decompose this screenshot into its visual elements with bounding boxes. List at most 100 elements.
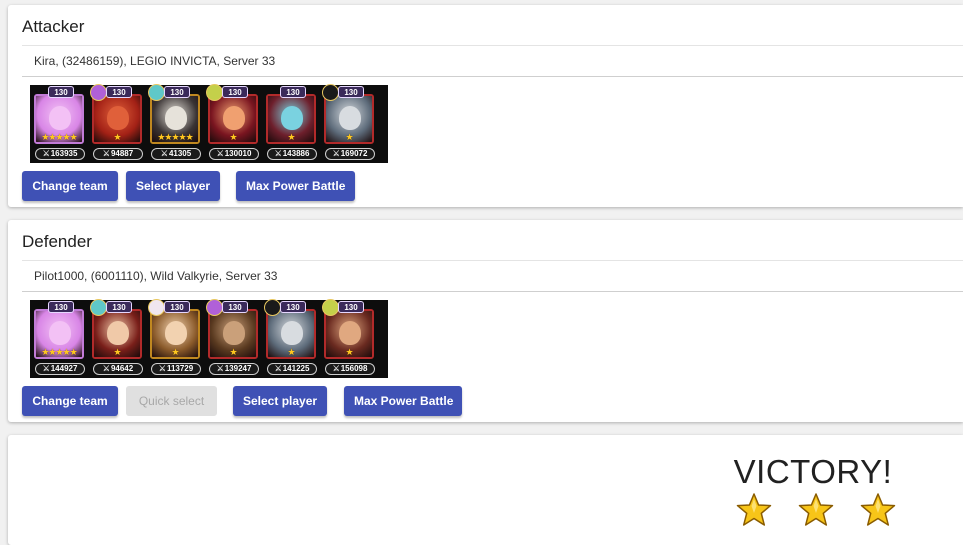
swords-icon: ⚔ xyxy=(42,149,50,158)
hero-stars: ★ xyxy=(229,347,237,357)
pet-icon xyxy=(206,84,223,101)
hero-stars: ★ xyxy=(113,347,121,357)
hero-face xyxy=(281,106,303,130)
hero-level: 130 xyxy=(106,86,132,98)
hero-face xyxy=(223,321,245,345)
select-player-button[interactable]: Select player xyxy=(233,386,327,416)
hero-level: 130 xyxy=(338,301,364,313)
hero-level: 130 xyxy=(48,86,74,98)
hero-portrait[interactable]: 130 ★★★★★ ⚔144927 xyxy=(32,301,88,377)
hero-portrait[interactable]: 130 ★ ⚔169072 xyxy=(322,84,378,162)
hero-level: 130 xyxy=(164,86,190,98)
hero-stars: ★ xyxy=(287,132,295,142)
attacker-team[interactable]: 130 ★★★★★ ⚔163935 130 ★ ⚔94887 130 ★★★★★ ⚔41305 1… xyxy=(30,84,388,163)
pet-icon xyxy=(264,299,281,316)
hero-face xyxy=(165,321,187,345)
hero-face xyxy=(223,106,245,130)
pet-icon xyxy=(148,84,165,101)
hero-level: 130 xyxy=(338,86,364,98)
hero-stars: ★ xyxy=(345,132,353,142)
hero-face xyxy=(339,321,361,345)
hero-face xyxy=(281,321,303,345)
hero-power: ⚔156098 xyxy=(325,363,375,375)
hero-level: 130 xyxy=(164,301,190,313)
swords-icon: ⚔ xyxy=(42,364,50,373)
hero-portrait[interactable]: 130 ★ ⚔143886 xyxy=(264,86,320,162)
hero-portrait[interactable]: 130 ★ ⚔139247 xyxy=(206,299,262,377)
hero-face xyxy=(107,321,129,345)
swords-icon: ⚔ xyxy=(332,149,340,158)
defender-team[interactable]: 130 ★★★★★ ⚔144927 130 ★ ⚔94642 130 ★ ⚔113729 130 ★… xyxy=(30,299,388,378)
hero-stars: ★★★★★ xyxy=(41,347,77,357)
hero-face xyxy=(49,106,71,130)
defender-player-field[interactable]: Pilot1000, (6001110), Wild Valkyrie, Ser… xyxy=(22,260,963,292)
hero-portrait[interactable]: 130 ★ ⚔94887 xyxy=(90,84,146,162)
hero-power: ⚔139247 xyxy=(209,363,259,375)
star-icon xyxy=(736,493,772,527)
attacker-player-field[interactable]: Kira, (32486159), LEGIO INVICTA, Server … xyxy=(22,45,963,77)
hero-portrait[interactable]: 130 ★ ⚔141225 xyxy=(264,299,320,377)
hero-portrait[interactable]: 130 ★ ⚔130010 xyxy=(206,84,262,162)
attacker-title: Attacker xyxy=(22,17,85,36)
hero-power: ⚔94887 xyxy=(93,148,143,160)
attacker-panel: Attacker Kira, (32486159), LEGIO INVICTA… xyxy=(8,5,963,207)
result-stars xyxy=(736,493,896,527)
hero-face xyxy=(49,321,71,345)
pet-icon xyxy=(90,299,107,316)
quick-select-button[interactable]: Quick select xyxy=(126,386,217,416)
hero-power: ⚔163935 xyxy=(35,148,85,160)
hero-stars: ★★★★★ xyxy=(157,132,193,142)
swords-icon: ⚔ xyxy=(332,364,340,373)
hero-stars: ★ xyxy=(171,347,179,357)
hero-stars: ★ xyxy=(229,132,237,142)
hero-power: ⚔94642 xyxy=(93,363,143,375)
pet-icon xyxy=(322,299,339,316)
hero-level: 130 xyxy=(106,301,132,313)
hero-level: 130 xyxy=(222,86,248,98)
hero-portrait[interactable]: 130 ★ ⚔113729 xyxy=(148,299,204,377)
star-icon xyxy=(860,493,896,527)
swords-icon: ⚔ xyxy=(102,364,110,373)
defender-panel: Defender Pilot1000, (6001110), Wild Valk… xyxy=(8,220,963,422)
hero-power: ⚔113729 xyxy=(151,363,201,375)
swords-icon: ⚔ xyxy=(274,364,282,373)
result-text: VICTORY! xyxy=(733,453,893,490)
swords-icon: ⚔ xyxy=(158,364,166,373)
hero-face xyxy=(165,106,187,130)
swords-icon: ⚔ xyxy=(102,149,110,158)
pet-icon xyxy=(206,299,223,316)
hero-face xyxy=(107,106,129,130)
swords-icon: ⚔ xyxy=(216,149,224,158)
hero-level: 130 xyxy=(48,301,74,313)
hero-power: ⚔141225 xyxy=(267,363,317,375)
hero-power: ⚔41305 xyxy=(151,148,201,160)
swords-icon: ⚔ xyxy=(160,149,168,158)
hero-power: ⚔130010 xyxy=(209,148,259,160)
change-team-button[interactable]: Change team xyxy=(22,386,118,416)
max-power-battle-button[interactable]: Max Power Battle xyxy=(236,171,355,201)
pet-icon xyxy=(322,84,339,101)
hero-portrait[interactable]: 130 ★★★★★ ⚔163935 xyxy=(32,86,88,162)
hero-portrait[interactable]: 130 ★★★★★ ⚔41305 xyxy=(148,84,204,162)
swords-icon: ⚔ xyxy=(216,364,224,373)
select-player-button[interactable]: Select player xyxy=(126,171,220,201)
hero-stars: ★ xyxy=(345,347,353,357)
hero-level: 130 xyxy=(222,301,248,313)
hero-power: ⚔169072 xyxy=(325,148,375,160)
hero-power: ⚔143886 xyxy=(267,148,317,160)
hero-stars: ★★★★★ xyxy=(41,132,77,142)
hero-stars: ★ xyxy=(287,347,295,357)
hero-face xyxy=(339,106,361,130)
pet-icon xyxy=(90,84,107,101)
star-icon xyxy=(798,493,834,527)
hero-level: 130 xyxy=(280,301,306,313)
hero-portrait[interactable]: 130 ★ ⚔94642 xyxy=(90,299,146,377)
max-power-battle-button[interactable]: Max Power Battle xyxy=(344,386,462,416)
hero-stars: ★ xyxy=(113,132,121,142)
defender-title: Defender xyxy=(22,232,92,251)
hero-portrait[interactable]: 130 ★ ⚔156098 xyxy=(322,299,378,377)
swords-icon: ⚔ xyxy=(274,149,282,158)
battle-result-panel: VICTORY! xyxy=(8,435,963,545)
change-team-button[interactable]: Change team xyxy=(22,171,118,201)
pet-icon xyxy=(148,299,165,316)
